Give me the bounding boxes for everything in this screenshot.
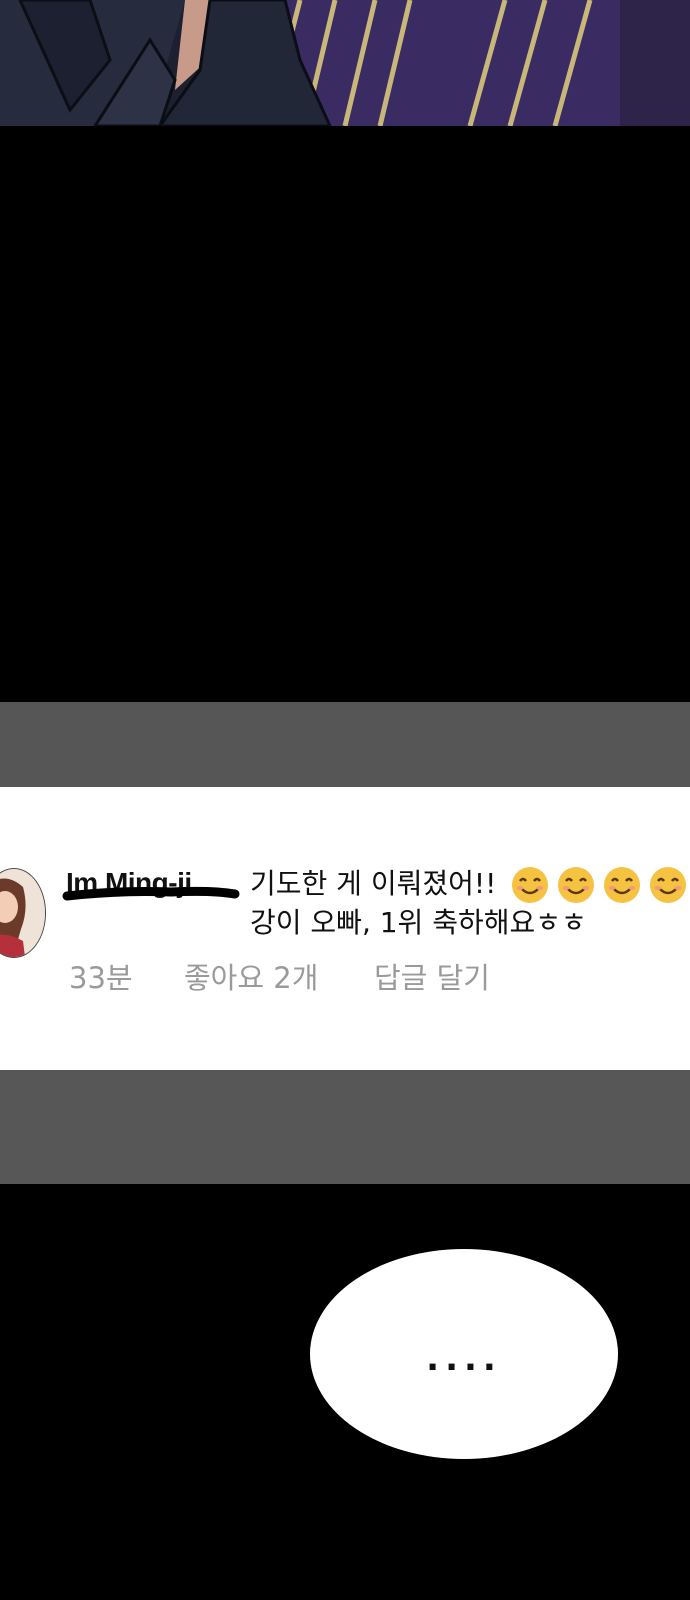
speech-bubble-text: ....	[426, 1339, 502, 1379]
comment-timestamp: 33분	[69, 961, 133, 995]
smiling-face-icon	[604, 867, 641, 903]
reply-button[interactable]: 답글 달기	[374, 955, 490, 997]
comment-text-line2: 강이 오빠, 1위 축하해요ㅎㅎ	[250, 906, 587, 939]
emoji-row	[511, 866, 687, 904]
comment-text-line1: 기도한 게 이뤄졌어!!	[250, 867, 497, 900]
comic-panel-black	[0, 126, 690, 702]
comic-panel-black: ....	[0, 1184, 690, 1600]
gray-band	[0, 1070, 690, 1184]
redaction-scribble	[62, 886, 240, 901]
like-count-button[interactable]: 좋아요 2개	[184, 955, 318, 997]
comic-panel-top-illustration	[0, 0, 690, 126]
avatar[interactable]	[0, 868, 46, 958]
smiling-face-icon	[558, 867, 595, 903]
gray-band	[0, 702, 690, 787]
character-illustration	[0, 0, 690, 126]
avatar-portrait-icon	[0, 869, 45, 957]
speech-bubble: ....	[310, 1249, 618, 1459]
comment-body: 기도한 게 이뤄졌어!! 강이 오빠, 1위 축하해요ㅎㅎ	[250, 865, 687, 942]
comment-card: Im Ming-ji 기도한 게 이뤄졌어!! 강이 오빠, 1위 축하해요ㅎㅎ…	[0, 787, 690, 1070]
smiling-face-icon	[512, 867, 549, 903]
smiling-face-icon	[650, 867, 687, 903]
